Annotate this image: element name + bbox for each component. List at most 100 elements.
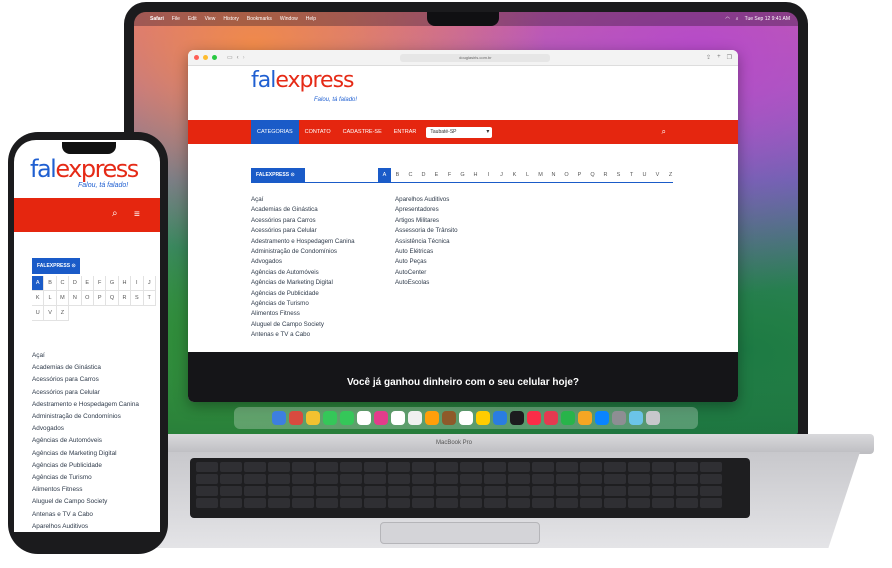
category-link[interactable]: Auto Elétricas — [395, 247, 458, 257]
dock-app-icon[interactable] — [527, 411, 541, 425]
phone-category-link[interactable]: Advogados — [32, 423, 139, 435]
menubar-item[interactable]: Safari — [150, 16, 164, 22]
phone-alphabet-letter[interactable]: B — [44, 276, 57, 291]
dock-app-icon[interactable] — [425, 411, 439, 425]
category-link[interactable]: Artigos Militares — [395, 216, 458, 226]
alphabet-letter[interactable]: H — [469, 168, 482, 182]
phone-site-logo[interactable]: falexpress — [30, 155, 139, 183]
dock-app-icon[interactable] — [272, 411, 286, 425]
menu-icon[interactable]: ≡ — [134, 209, 140, 220]
new-tab-icon[interactable]: + — [717, 54, 721, 61]
phone-alphabet-letter[interactable]: S — [131, 291, 144, 306]
phone-alphabet-letter[interactable]: E — [81, 276, 94, 291]
dock-app-icon[interactable] — [544, 411, 558, 425]
category-link[interactable]: Agências de Marketing Digital — [251, 278, 355, 288]
alphabet-letter[interactable]: Z — [664, 168, 677, 182]
category-link[interactable]: AutoCenter — [395, 268, 458, 278]
category-link[interactable]: Acessórios para Carros — [251, 216, 355, 226]
category-link[interactable]: Acessórios para Celular — [251, 226, 355, 236]
dock-app-icon[interactable] — [374, 411, 388, 425]
alphabet-letter[interactable]: G — [456, 168, 469, 182]
category-link[interactable]: Agências de Publicidade — [251, 289, 355, 299]
category-link[interactable]: Assistência Técnica — [395, 237, 458, 247]
menubar-item[interactable]: Edit — [188, 16, 197, 22]
alphabet-letter[interactable]: F — [443, 168, 456, 182]
alphabet-letter[interactable]: L — [521, 168, 534, 182]
close-icon[interactable] — [194, 55, 199, 60]
category-link[interactable]: Academias de Ginástica — [251, 205, 355, 215]
zoom-icon[interactable] — [212, 55, 217, 60]
nav-entrar[interactable]: ENTRAR — [388, 120, 423, 144]
phone-alphabet-letter[interactable]: K — [32, 291, 45, 306]
category-link[interactable]: Adestramento e Hospedagem Canina — [251, 237, 355, 247]
menubar-item[interactable]: View — [205, 16, 216, 22]
nav-categorias[interactable]: CATEGORIAS — [251, 120, 299, 144]
phone-alphabet-letter[interactable]: V — [44, 306, 57, 321]
phone-directory-tab[interactable]: FALEXPRESS ⊙ — [32, 258, 80, 274]
search-icon[interactable]: ⌕ — [736, 16, 739, 22]
dock-app-icon[interactable] — [595, 411, 609, 425]
alphabet-letter[interactable]: I — [482, 168, 495, 182]
category-link[interactable]: Agências de Automóveis — [251, 268, 355, 278]
sidebar-icon[interactable]: ▭ — [227, 54, 233, 61]
minimize-icon[interactable] — [203, 55, 208, 60]
dock-app-icon[interactable] — [289, 411, 303, 425]
alphabet-letter[interactable]: K — [508, 168, 521, 182]
dock-app-icon[interactable] — [510, 411, 524, 425]
menubar-item[interactable]: File — [172, 16, 180, 22]
alphabet-letter[interactable]: Q — [586, 168, 599, 182]
phone-category-link[interactable]: Antenas e TV a Cabo — [32, 509, 139, 521]
phone-alphabet-letter[interactable]: P — [93, 291, 107, 306]
phone-category-link[interactable]: Aparelhos Auditivos — [32, 521, 139, 532]
alphabet-letter[interactable]: R — [599, 168, 612, 182]
category-link[interactable]: Aparelhos Auditivos — [395, 195, 458, 205]
address-bar[interactable]: douglasirls.com.br — [400, 53, 551, 62]
phone-alphabet-letter[interactable]: L — [44, 291, 57, 306]
back-icon[interactable]: ‹ — [237, 55, 239, 61]
phone-category-link[interactable]: Aluguel de Campo Society — [32, 496, 139, 508]
phone-category-link[interactable]: Acessórios para Celular — [32, 387, 139, 399]
city-select[interactable]: Taubaté-SP — [426, 126, 493, 138]
alphabet-letter[interactable]: V — [651, 168, 664, 182]
dock-app-icon[interactable] — [612, 411, 626, 425]
phone-alphabet-letter[interactable]: C — [56, 276, 70, 291]
phone-category-link[interactable]: Acessórios para Carros — [32, 374, 139, 386]
phone-alphabet-letter[interactable]: D — [69, 276, 82, 291]
category-link[interactable]: Apresentadores — [395, 205, 458, 215]
alphabet-letter[interactable]: U — [638, 168, 651, 182]
phone-alphabet-letter[interactable]: T — [143, 291, 156, 306]
dock-app-icon[interactable] — [493, 411, 507, 425]
phone-alphabet-letter[interactable]: F — [93, 276, 107, 291]
tabs-icon[interactable]: ❐ — [727, 54, 732, 61]
phone-alphabet-letter[interactable]: Q — [106, 291, 119, 306]
phone-alphabet-letter[interactable]: N — [69, 291, 82, 306]
dock-app-icon[interactable] — [578, 411, 592, 425]
phone-alphabet-letter[interactable]: J — [143, 276, 156, 291]
alphabet-letter[interactable]: B — [391, 168, 404, 182]
category-link[interactable]: Administração de Condomínios — [251, 247, 355, 257]
phone-alphabet-letter[interactable]: I — [131, 276, 144, 291]
alphabet-letter[interactable]: D — [417, 168, 430, 182]
menubar-item[interactable]: Bookmarks — [247, 16, 272, 22]
category-link[interactable]: Alimentos Fitness — [251, 309, 355, 319]
phone-alphabet-letter[interactable]: Z — [56, 306, 70, 321]
directory-tab[interactable]: FALEXPRESS ⊙ — [251, 168, 305, 182]
nav-cadastre[interactable]: CADASTRE-SE — [337, 120, 388, 144]
category-link[interactable]: Auto Peças — [395, 257, 458, 267]
alphabet-letter[interactable]: C — [404, 168, 417, 182]
phone-category-link[interactable]: Agências de Publicidade — [32, 460, 139, 472]
dock-app-icon[interactable] — [629, 411, 643, 425]
phone-category-link[interactable]: Agências de Marketing Digital — [32, 448, 139, 460]
phone-alphabet-letter[interactable]: M — [56, 291, 70, 306]
category-link[interactable]: Antenas e TV a Cabo — [251, 330, 355, 340]
share-icon[interactable]: ⇪ — [706, 54, 711, 61]
alphabet-letter[interactable]: M — [534, 168, 547, 182]
alphabet-letter[interactable]: O — [560, 168, 573, 182]
dock-app-icon[interactable] — [442, 411, 456, 425]
alphabet-letter[interactable]: N — [547, 168, 560, 182]
menubar-item[interactable]: Window — [280, 16, 298, 22]
alphabet-letter[interactable]: E — [430, 168, 443, 182]
dock-app-icon[interactable] — [306, 411, 320, 425]
dock-app-icon[interactable] — [561, 411, 575, 425]
alphabet-letter[interactable]: T — [625, 168, 638, 182]
